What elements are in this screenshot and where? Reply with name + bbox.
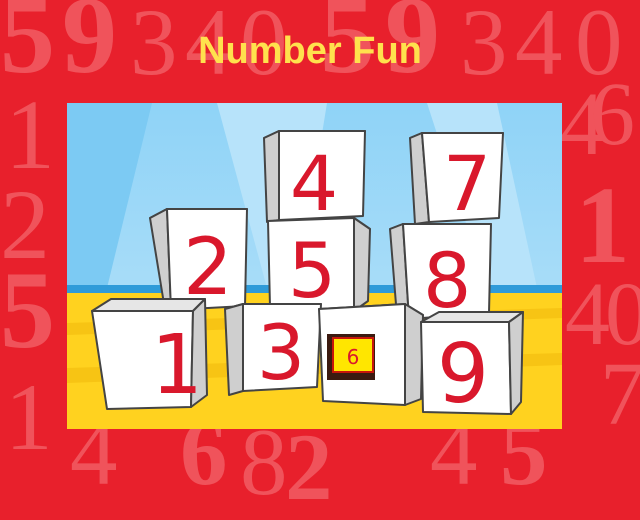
block-number: 9	[437, 327, 489, 418]
bg-digit: 1	[5, 364, 53, 470]
number-block-6[interactable]: 6	[315, 301, 427, 409]
number-block-5[interactable]: 5	[264, 215, 374, 315]
block-number: 6	[347, 345, 360, 369]
number-block-1[interactable]: 1	[89, 295, 211, 413]
bg-digit: 1	[575, 164, 630, 286]
blocks-scene: 2 4 7 5 8 1 3 6 9	[67, 103, 562, 429]
sky-shade	[67, 103, 152, 288]
block-number: 7	[443, 139, 491, 228]
number-block-9[interactable]: 9	[417, 308, 529, 418]
bg-digit: 5	[0, 249, 55, 371]
block-number: 1	[151, 318, 203, 413]
number-block-3[interactable]: 3	[217, 301, 327, 401]
number-block-7[interactable]: 7	[407, 130, 507, 228]
bg-digit: 2	[285, 414, 333, 520]
block-number: 3	[257, 308, 305, 397]
number-block-4[interactable]: 4	[259, 128, 371, 226]
game-screen: { "title": "Number Fun", "background_dig…	[0, 0, 640, 515]
bg-digit: 8	[240, 409, 288, 515]
bg-digit: 6	[590, 65, 635, 164]
bg-digit: 7	[600, 345, 640, 444]
game-title: Number Fun	[198, 30, 422, 72]
block-number: 4	[290, 139, 338, 226]
